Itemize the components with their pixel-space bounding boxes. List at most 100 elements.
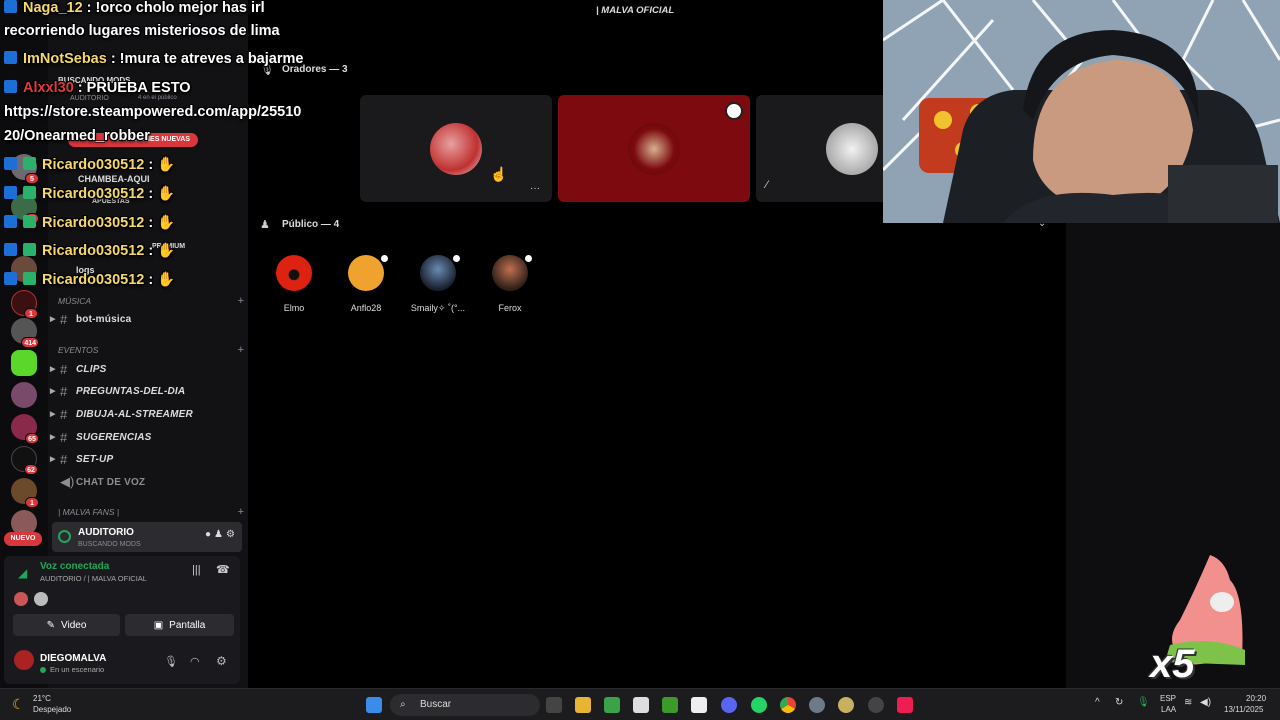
channel-actions[interactable]: ●♟⚙ (205, 529, 238, 540)
chat-user: Ricardo030512 (42, 243, 145, 259)
chat-line: ImNotSebas: !mura te atreves a bajarme (4, 51, 303, 67)
screen-share-button[interactable]: ▣ Pantalla (125, 614, 234, 636)
chat-line: Ricardo030512: ✋ (4, 156, 175, 173)
clock-time[interactable]: 20:20 (1246, 694, 1266, 703)
channel-setup[interactable]: ▶ # SET-UP (50, 449, 246, 469)
channel-label: PREGUNTAS-DEL-DIA (76, 385, 186, 397)
channel-dibuja[interactable]: ▶ # DIBUJA-AL-STREAMER (50, 404, 246, 424)
avatar (348, 253, 390, 291)
whatsapp-icon[interactable] (751, 697, 767, 713)
tiktok-icon[interactable] (897, 697, 913, 713)
server-badge: 1 (25, 497, 39, 508)
category-musica[interactable]: MÚSICA + (58, 294, 244, 308)
volume-icon[interactable]: ◀) (1200, 697, 1211, 708)
status-icon (379, 253, 390, 264)
stage-channel-auditorio[interactable]: AUDITORIO BUSCANDO MODS ●♟⚙ (52, 522, 242, 552)
disconnect-icon[interactable]: ☎ (216, 563, 230, 576)
speaker-tile[interactable]: ⁄ (756, 95, 883, 202)
channel-clips[interactable]: ▶ # CLIPS (50, 359, 246, 379)
cursor-icon: ☝ (490, 166, 508, 182)
gear-icon[interactable]: ⚙ (216, 654, 227, 668)
plus-icon[interactable]: + (238, 506, 244, 518)
taskbar-search[interactable]: ⌕ Buscar (390, 694, 540, 716)
audience-member[interactable]: Ferox (478, 253, 542, 313)
server-icon[interactable] (11, 382, 37, 408)
server-icon[interactable]: 65 (11, 414, 39, 444)
store-icon[interactable] (633, 697, 649, 713)
task-view-icon[interactable] (546, 697, 562, 713)
category-label: EVENTOS (58, 345, 99, 355)
voice-status[interactable]: Voz conectada (40, 561, 109, 572)
platform-icon (4, 80, 17, 93)
category-malva-fans[interactable]: | MALVA FANS | + (58, 505, 244, 519)
partial-channel[interactable]: CHAMBEA-AQUI (78, 174, 150, 184)
participant-avatar[interactable] (14, 592, 28, 606)
category-eventos[interactable]: EVENTOS + (58, 343, 244, 357)
obs-icon[interactable] (868, 697, 884, 713)
settings-icon[interactable] (809, 697, 825, 713)
file-explorer-icon[interactable] (575, 697, 591, 713)
badge-icon (23, 186, 36, 199)
microphone-icon[interactable]: 🎙 (164, 655, 178, 668)
user-name: DIEGOMALVA (40, 653, 107, 664)
tray-icon[interactable]: ↻ (1115, 697, 1123, 708)
clock-date[interactable]: 13/11/2025 (1224, 705, 1263, 714)
server-icon[interactable]: 1 (11, 478, 39, 508)
chat-text: : (148, 157, 154, 173)
windows-start-icon[interactable] (366, 697, 382, 713)
platform-icon (4, 157, 17, 170)
speaker-tile[interactable]: ··· (360, 95, 552, 202)
participant-avatar[interactable] (34, 592, 48, 606)
video-button[interactable]: ✎ Video (13, 614, 120, 636)
sticker-overlay: x5 (1150, 550, 1250, 690)
weather-temp[interactable]: 21°C (33, 694, 51, 703)
new-badge: NUEVO (4, 532, 42, 546)
channel-bot-musica[interactable]: ▶ # bot-música (50, 309, 246, 329)
chat-text: : (148, 243, 154, 259)
avatar (492, 253, 534, 291)
xbox-icon[interactable] (604, 697, 620, 713)
server-icon[interactable]: 414 (11, 318, 39, 348)
minecraft-icon[interactable] (662, 697, 678, 713)
chat-line: recorriendo lugares misteriosos de lima (4, 23, 280, 39)
server-icon[interactable]: 62 (11, 446, 38, 475)
member-name: Ferox (498, 303, 522, 313)
language-sub[interactable]: LAA (1161, 705, 1176, 714)
channel-label: DIBUJA-AL-STREAMER (76, 408, 193, 420)
platform-icon (4, 0, 17, 13)
server-badge: 5 (25, 173, 39, 184)
emote-icon: ✋ (157, 272, 176, 288)
server-icon[interactable]: 1 (11, 290, 38, 319)
chat-line: Naga_12: !orco cholo mejor has irl (4, 0, 265, 16)
chrome-icon[interactable] (780, 697, 796, 713)
channel-chat-de-voz[interactable]: ◀) CHAT DE VOZ (50, 472, 246, 492)
server-icon[interactable] (11, 350, 37, 376)
language-label[interactable]: ESP (1160, 694, 1176, 703)
channel-sugerencias[interactable]: ▶ # SUGERENCIAS (50, 427, 246, 447)
headphones-icon[interactable]: ◠ (190, 655, 200, 668)
audience-member[interactable]: Elmo (262, 255, 326, 313)
weather-icon[interactable]: ☾ (12, 696, 25, 713)
app-icon[interactable] (838, 697, 854, 713)
audience-member[interactable]: Smaily✧ ˚(°... (406, 253, 470, 314)
microphone-tray-icon[interactable]: 🎙 (1137, 697, 1150, 708)
app-icon[interactable] (691, 697, 707, 713)
wifi-icon[interactable]: ≋ (1184, 697, 1192, 708)
windows-taskbar: ☾ 21°C Despejado ⌕ Buscar ^ ↻ 🎙 ESP LAA ≋… (0, 688, 1280, 720)
chevron-up-icon[interactable]: ^ (1095, 697, 1100, 708)
screen-share-icon: ▣ (153, 619, 164, 631)
chat-user: Naga_12 (23, 0, 83, 16)
audience-member[interactable]: Anflo28 (334, 253, 398, 313)
weather-desc[interactable]: Despejado (33, 705, 71, 714)
discord-icon[interactable] (721, 697, 737, 713)
avatar[interactable] (14, 650, 34, 670)
speaker-tile[interactable] (558, 95, 750, 202)
soundboard-icon[interactable]: ||| (192, 564, 201, 576)
plus-icon[interactable]: + (238, 295, 244, 307)
channel-label: bot-música (76, 313, 132, 325)
more-icon[interactable]: ··· (530, 183, 540, 194)
plus-icon[interactable]: + (238, 344, 244, 356)
channel-preguntas[interactable]: ▶ # PREGUNTAS-DEL-DIA (50, 381, 246, 401)
status-dot (40, 667, 46, 673)
caret-icon: ▶ (50, 388, 56, 395)
